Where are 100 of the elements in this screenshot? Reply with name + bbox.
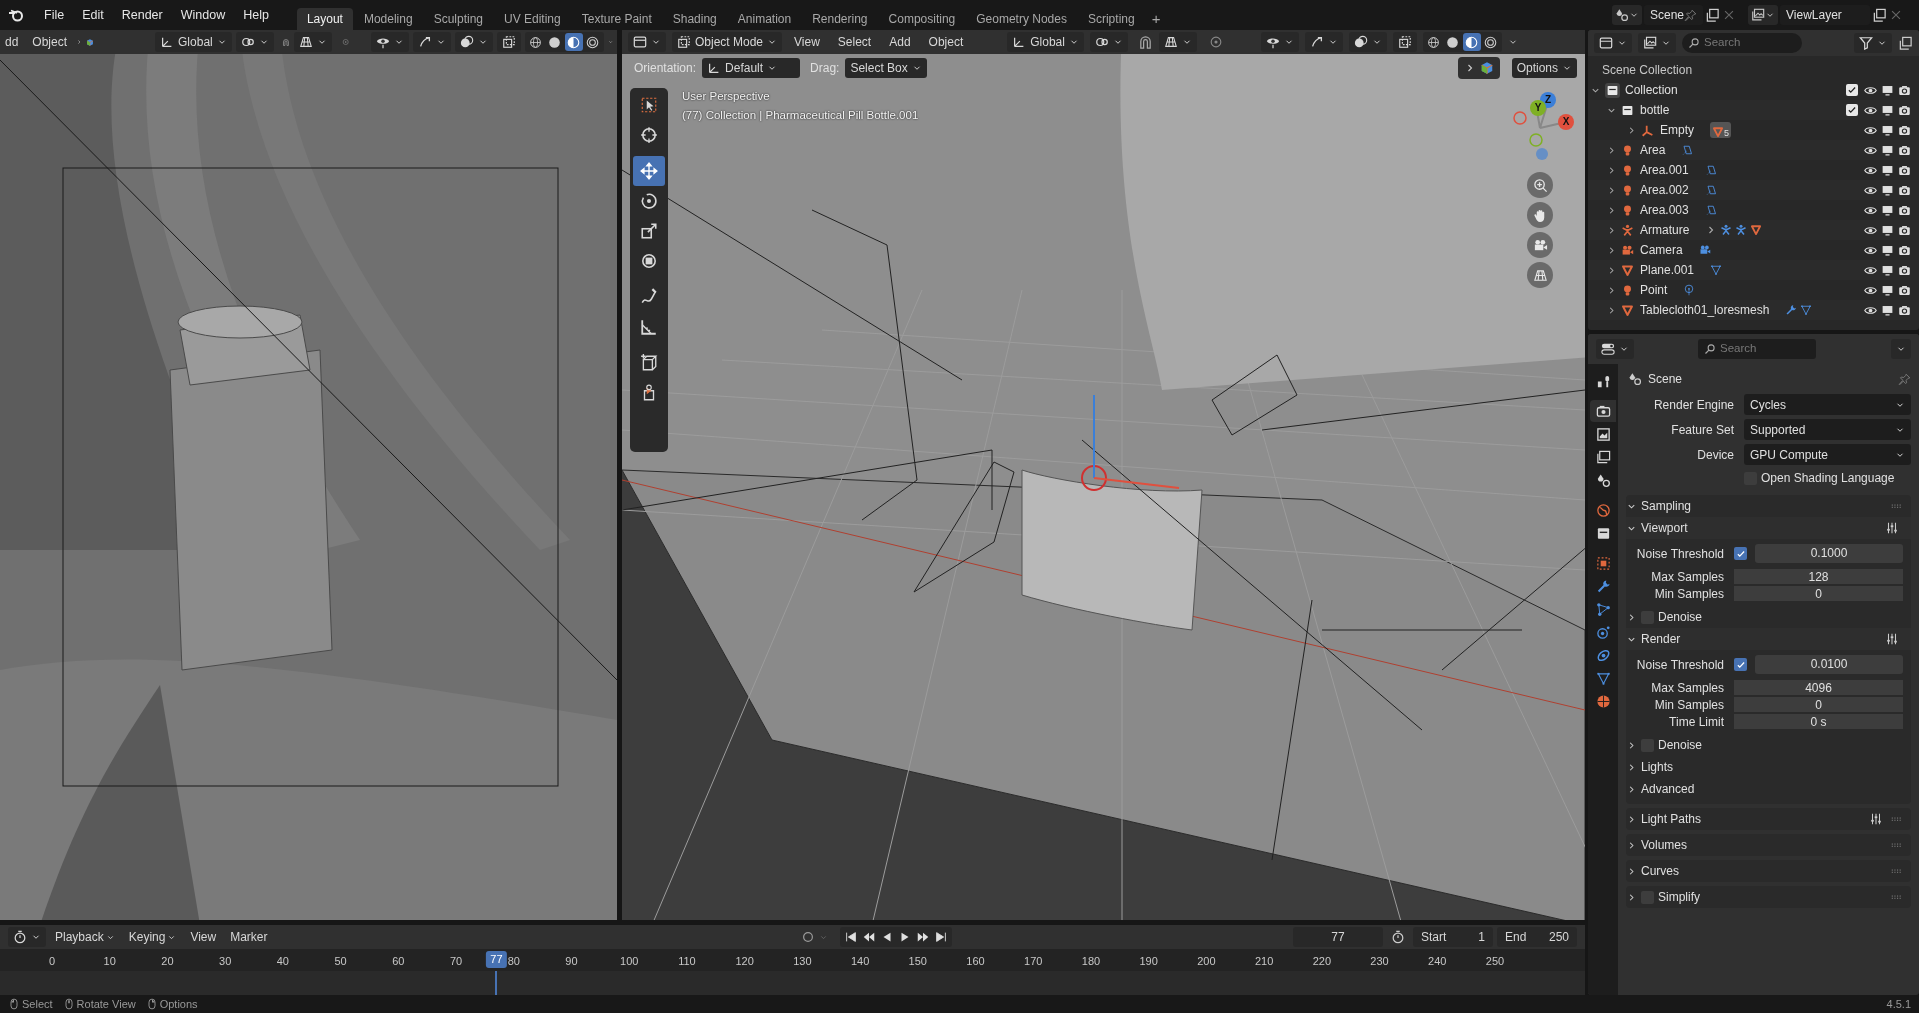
monitor-icon[interactable] bbox=[1881, 263, 1894, 277]
monitor-icon[interactable] bbox=[1881, 243, 1894, 257]
panel-header[interactable]: Lights bbox=[1626, 756, 1911, 778]
magnet-icon[interactable] bbox=[1137, 34, 1153, 50]
frame-field[interactable]: End 250 bbox=[1497, 927, 1577, 948]
panel-header[interactable]: Denoise bbox=[1626, 734, 1911, 756]
panel-header[interactable]: Advanced bbox=[1626, 778, 1911, 800]
area-light-data-icon[interactable] bbox=[1704, 204, 1717, 216]
workspace-tab[interactable]: Sculpting bbox=[423, 8, 493, 30]
dropdown[interactable]: Supported bbox=[1744, 419, 1911, 440]
workspace-tab[interactable]: Animation bbox=[727, 8, 802, 30]
header-button[interactable] bbox=[454, 32, 493, 52]
number-field[interactable]: 0 bbox=[1734, 585, 1903, 602]
menu-item[interactable]: Select bbox=[831, 32, 878, 52]
menu-item[interactable]: View bbox=[788, 32, 826, 52]
pin-icon[interactable] bbox=[1684, 8, 1697, 22]
header-button[interactable] bbox=[628, 32, 666, 52]
menu-item[interactable]: Add bbox=[883, 32, 917, 52]
name-field[interactable]: Scene bbox=[1643, 5, 1703, 25]
dropdown[interactable]: Default bbox=[702, 58, 801, 78]
camera-icon[interactable] bbox=[1898, 123, 1911, 137]
camera-icon[interactable] bbox=[1898, 143, 1911, 157]
area-light-data-icon[interactable] bbox=[1704, 184, 1717, 196]
workspace-tab[interactable]: Layout bbox=[296, 8, 353, 30]
panel-header[interactable]: Render bbox=[1626, 628, 1911, 650]
menu-item[interactable]: Marker bbox=[225, 927, 273, 948]
context-path-text[interactable]: Scene bbox=[1648, 370, 1683, 388]
shading-mode-button[interactable] bbox=[1462, 33, 1481, 51]
panel-header[interactable]: Sampling bbox=[1626, 495, 1911, 517]
presets-sliders-icon[interactable] bbox=[1885, 632, 1899, 646]
pin-icon[interactable] bbox=[1898, 372, 1911, 386]
wrench-icon[interactable] bbox=[1785, 304, 1798, 316]
point-light-data-icon[interactable] bbox=[1683, 284, 1696, 296]
dropdown[interactable]: GPU Compute bbox=[1744, 444, 1911, 465]
monitor-icon[interactable] bbox=[1881, 123, 1894, 137]
jump-end-icon[interactable] bbox=[933, 930, 948, 945]
number-field[interactable]: 0 s bbox=[1734, 713, 1903, 730]
copy-icon[interactable] bbox=[1705, 7, 1720, 23]
blender-logo-icon[interactable] bbox=[8, 7, 24, 23]
monitor-icon[interactable] bbox=[1881, 163, 1894, 177]
header-button[interactable] bbox=[235, 32, 274, 52]
keyframe-record-icon[interactable] bbox=[800, 930, 815, 945]
bone-figure-icon[interactable] bbox=[1735, 224, 1748, 236]
workspace-tab[interactable]: Compositing bbox=[878, 8, 966, 30]
new-collection-icon[interactable] bbox=[1898, 35, 1913, 51]
monitor-icon[interactable] bbox=[1881, 183, 1894, 197]
presets-sliders-icon[interactable] bbox=[1869, 812, 1883, 826]
number-field[interactable]: 4096 bbox=[1734, 679, 1903, 696]
camera-icon[interactable] bbox=[1898, 223, 1911, 237]
workspace-tab[interactable]: Geometry Nodes bbox=[966, 8, 1077, 30]
header-button[interactable] bbox=[370, 32, 409, 52]
tool-button[interactable] bbox=[633, 156, 665, 186]
checkbox[interactable] bbox=[1734, 658, 1747, 671]
header-button[interactable] bbox=[1596, 339, 1634, 359]
menu-item[interactable]: Keying bbox=[123, 927, 182, 948]
dropdown[interactable]: Options bbox=[1511, 58, 1577, 78]
monitor-icon[interactable] bbox=[1881, 283, 1894, 297]
header-button[interactable] bbox=[1089, 32, 1128, 52]
dropdown[interactable]: Cycles bbox=[1744, 394, 1911, 415]
playhead-frame-indicator[interactable]: 77 bbox=[486, 951, 507, 969]
panel-header[interactable]: Curves bbox=[1626, 860, 1911, 882]
number-field[interactable]: 0 bbox=[1734, 696, 1903, 713]
workspace-tab[interactable]: UV Editing bbox=[494, 8, 571, 30]
menu-item[interactable]: Render bbox=[113, 4, 171, 26]
header-button[interactable] bbox=[1304, 32, 1343, 52]
header-button[interactable] bbox=[1260, 32, 1299, 52]
bone-figure-icon[interactable] bbox=[1720, 224, 1733, 236]
workspace-tab[interactable]: Scripting bbox=[1077, 8, 1145, 30]
monitor-icon[interactable] bbox=[1881, 303, 1894, 317]
copy-icon[interactable] bbox=[1872, 7, 1887, 23]
collapsed-region-tab[interactable] bbox=[1457, 57, 1500, 79]
selector-button[interactable] bbox=[1611, 5, 1642, 25]
search-input[interactable]: Search bbox=[1720, 340, 1810, 358]
menu-item[interactable]: File bbox=[36, 4, 73, 26]
camera-icon[interactable] bbox=[1898, 163, 1911, 177]
child-count-badge[interactable]: 5 bbox=[1710, 122, 1732, 138]
checkbox-label[interactable]: Open Shading Language bbox=[1744, 469, 1895, 487]
monitor-icon[interactable] bbox=[1881, 203, 1894, 217]
selector-button[interactable] bbox=[1748, 5, 1778, 25]
header-button[interactable] bbox=[1854, 33, 1892, 53]
name-field[interactable]: ViewLayer bbox=[1780, 5, 1870, 25]
search-input[interactable]: Search bbox=[1704, 34, 1796, 52]
number-field[interactable]: 0.0100 bbox=[1755, 655, 1903, 674]
camera-icon[interactable] bbox=[1898, 183, 1911, 197]
properties-tab[interactable] bbox=[1590, 400, 1616, 422]
camera-icon[interactable] bbox=[1898, 283, 1911, 297]
dropdown[interactable]: Global bbox=[1007, 32, 1084, 52]
current-frame-field[interactable]: 77 bbox=[1293, 927, 1383, 948]
proportional-icon[interactable] bbox=[1208, 35, 1223, 49]
header-button[interactable] bbox=[1594, 33, 1632, 53]
menu-item[interactable]: Edit bbox=[74, 4, 112, 26]
number-field[interactable]: 128 bbox=[1734, 568, 1903, 585]
camera-icon[interactable] bbox=[1898, 103, 1911, 117]
dropdown[interactable]: Object Mode bbox=[672, 32, 783, 52]
area-light-data-icon[interactable] bbox=[1681, 144, 1694, 156]
monitor-icon[interactable] bbox=[1881, 83, 1894, 97]
header-button[interactable] bbox=[293, 32, 332, 52]
header-button[interactable] bbox=[1392, 32, 1417, 52]
search-field[interactable]: Search bbox=[1682, 33, 1802, 53]
stopwatch-icon[interactable] bbox=[1391, 930, 1405, 945]
